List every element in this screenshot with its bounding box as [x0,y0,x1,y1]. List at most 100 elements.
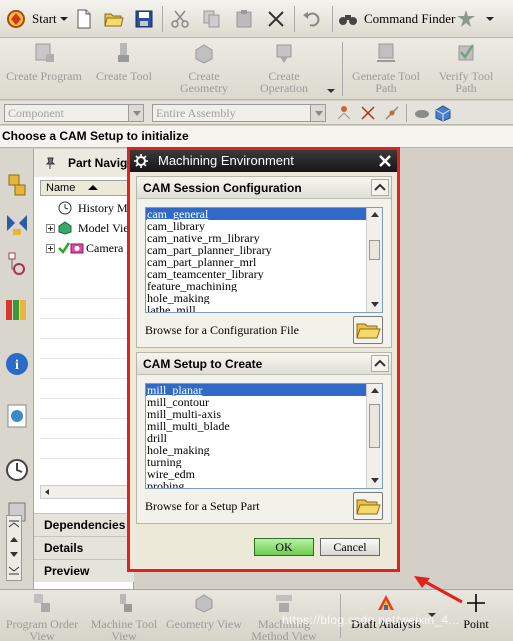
navigator-horizontal-scrollbar[interactable] [40,485,134,499]
cam-session-config-header[interactable]: CAM Session Configuration [137,177,391,199]
dialog-title-bar[interactable]: Machining Environment [130,150,397,172]
ok-button[interactable]: OK [254,538,314,556]
scroll-down-icon[interactable] [370,477,380,484]
save-button[interactable] [134,6,154,32]
tree-item-label: Model Vie [78,221,129,235]
expand-plus-icon[interactable] [46,244,55,253]
face-select-icon[interactable] [414,105,430,121]
gear-icon[interactable] [134,154,148,168]
toolbar-divider [294,6,295,32]
scrollbar-thumb[interactable] [369,404,380,448]
session-config-list[interactable]: cam_general cam_library cam_native_rm_libr… [145,207,383,313]
browse-config-button[interactable] [353,316,383,344]
vertical-scrollbar[interactable] [366,208,382,312]
session-config-list-item[interactable]: cam_part_planner_mrl [146,256,366,268]
generate-tool-path-button[interactable]: Generate Tool Path [346,42,426,98]
session-config-list-item[interactable]: cam_part_planner_library [146,244,366,256]
row-divider [40,298,134,299]
expand-plus-icon[interactable] [46,224,55,233]
undo-button[interactable] [302,6,322,32]
create-geometry-button[interactable]: Create Geometry [164,42,244,98]
setup-list-item[interactable]: wire_edm [146,468,366,480]
web-browser-icon[interactable] [3,401,31,431]
scrollbar-thumb[interactable] [369,240,380,260]
setup-list-item[interactable]: mill_planar [146,384,366,396]
scope-filter-value: Entire Assembly [156,106,236,120]
setup-list-item[interactable]: probing [146,480,366,488]
svg-text:i: i [15,358,19,373]
scroll-down-icon[interactable] [8,550,20,560]
setup-list-item[interactable]: turning [146,456,366,468]
new-file-button[interactable] [74,6,94,32]
setup-list-item[interactable]: drill [146,432,366,444]
program-order-view-button[interactable]: Program Order View [2,592,82,641]
setup-list-item[interactable]: mill_multi_blade [146,420,366,432]
scroll-up-icon[interactable] [370,211,380,218]
create-operation-button[interactable]: Create Operation [244,42,324,98]
session-config-list-item[interactable]: cam_library [146,220,366,232]
setup-list-item[interactable]: mill_contour [146,396,366,408]
create-tool-button[interactable]: Create Tool [84,42,164,98]
verify-tool-path-button[interactable]: Verify Tool Path [426,42,506,98]
scroll-down-icon[interactable] [370,301,380,308]
constraint-navigator-icon[interactable] [3,209,31,239]
scroll-up-icon[interactable] [370,387,380,394]
scroll-top-icon[interactable] [8,518,20,528]
scope-filter-select[interactable]: Entire Assembly [152,104,326,122]
session-config-list-item[interactable]: hole_making [146,292,366,304]
paste-button[interactable] [234,6,254,32]
hd3d-tools-icon[interactable]: i [3,349,31,379]
assembly-navigator-icon[interactable] [3,171,31,201]
save-icon [135,10,153,28]
scroll-left-icon[interactable] [43,488,51,496]
scroll-bottom-icon[interactable] [8,566,20,576]
navigator-column-header[interactable]: Name [40,180,134,196]
cue-line: Choose a CAM Setup to initialize [0,126,513,148]
resource-bar-scroll[interactable] [6,515,22,581]
command-finder-button[interactable]: Command Finder [338,6,455,32]
start-menu-button[interactable]: Start [6,6,68,32]
tree-item-cameras[interactable]: Camera [40,238,134,258]
solid-body-icon[interactable] [434,104,452,122]
chevron-down-icon[interactable] [327,88,335,94]
setup-list[interactable]: mill_planar mill_contour mill_multi-axis mi… [145,383,383,489]
open-button[interactable] [104,6,124,32]
pin-icon[interactable] [44,157,56,169]
create-program-button[interactable]: Create Program [4,42,84,98]
session-config-list-item[interactable]: cam_native_rm_library [146,232,366,244]
cancel-button[interactable]: Cancel [320,538,380,556]
cam-setup-header[interactable]: CAM Setup to Create [137,353,391,375]
part-navigator-icon[interactable] [3,249,31,279]
scroll-up-icon[interactable] [8,534,20,544]
section-details[interactable]: Details [34,536,134,559]
geometry-view-button[interactable]: Geometry View [164,592,244,641]
session-config-list-item[interactable]: cam_teamcenter_library [146,268,366,280]
create-geometry-icon [195,44,213,64]
reuse-library-icon[interactable] [3,294,31,324]
session-config-list-item[interactable]: feature_machining [146,280,366,292]
cut-button[interactable] [170,6,190,32]
delete-button[interactable] [266,6,286,32]
machine-tool-view-button[interactable]: Machine Tool View [84,592,164,641]
collapse-button[interactable] [371,179,389,196]
snap-point-icon[interactable] [336,105,352,121]
type-filter-select[interactable]: Component [4,104,144,122]
history-icon[interactable] [3,455,31,485]
browse-config-label: Browse for a Configuration File [145,323,299,337]
session-config-list-item[interactable]: lathe_mill [146,304,366,312]
setup-list-item[interactable]: mill_multi-axis [146,408,366,420]
tree-item-model-views[interactable]: Model Vie [40,218,134,238]
ribbon-customize-button[interactable] [456,6,494,32]
snap-midpoint-icon[interactable] [384,105,400,121]
setup-list-item[interactable]: hole_making [146,444,366,456]
collapse-button[interactable] [371,355,389,372]
section-dependencies[interactable]: Dependencies [34,513,134,536]
section-preview[interactable]: Preview [34,559,134,582]
close-icon[interactable] [377,153,393,169]
session-config-list-item[interactable]: cam_general [146,208,366,220]
copy-button[interactable] [202,6,222,32]
tree-item-history[interactable]: History Mo [40,198,134,218]
vertical-scrollbar[interactable] [366,384,382,488]
snap-intersection-icon[interactable] [360,105,376,121]
browse-setup-button[interactable] [353,492,383,520]
